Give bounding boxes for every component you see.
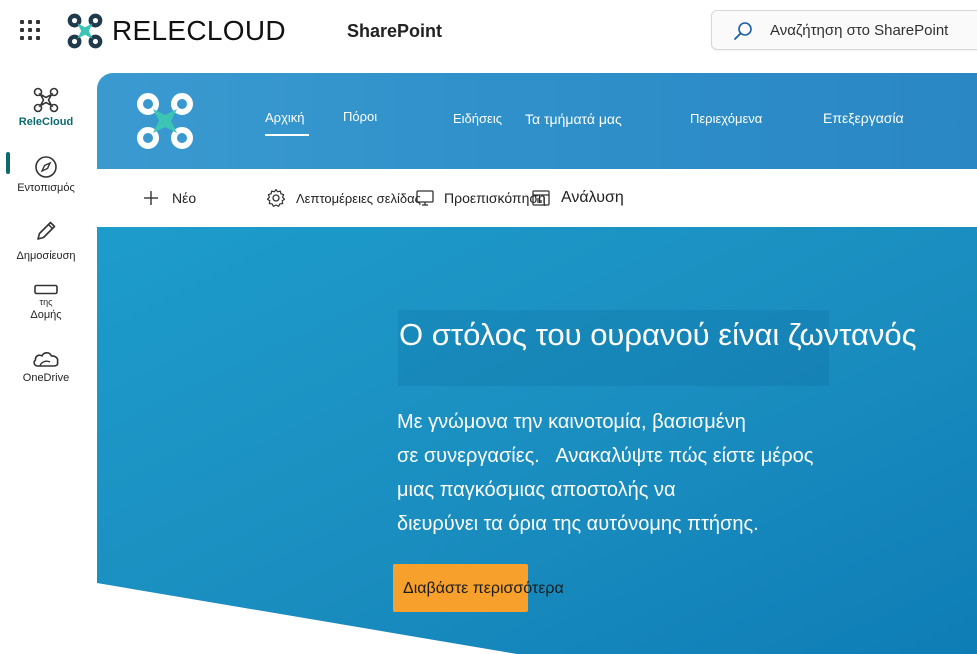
analytics-label: Ανάλυση bbox=[561, 189, 624, 206]
pencil-icon bbox=[37, 221, 56, 240]
rail-item-relecloud[interactable]: ReleCloud bbox=[6, 86, 86, 128]
read-more-label: Διαβάστε περισσότερα bbox=[403, 580, 564, 597]
relecloud-logo-icon[interactable] bbox=[66, 12, 104, 50]
nav-item-home[interactable]: Αρχική bbox=[265, 110, 305, 125]
rail-item-structure[interactable]: της Δομής bbox=[6, 284, 86, 321]
rail-label-publish: Δημοσίευση bbox=[16, 250, 76, 262]
rail-label-discover: Εντοπισμός bbox=[17, 182, 75, 194]
hero-body: Με γνώμονα την καινοτομία, βασισμένη σε … bbox=[397, 411, 814, 535]
rail-label-structure-line1: της bbox=[39, 297, 53, 307]
analytics-button[interactable]: Ανάλυση bbox=[531, 185, 624, 211]
new-button[interactable]: Νέο bbox=[142, 185, 196, 211]
site-header: Αρχική Πόροι Ειδήσεις Τα τμήματά μας Περ… bbox=[97, 73, 977, 169]
site-logo-icon[interactable] bbox=[135, 91, 195, 151]
brand-name[interactable]: RELECLOUD bbox=[112, 15, 286, 47]
hero-banner: Ο στόλος του ουρανού είναι ζωντανός Με γ… bbox=[97, 227, 977, 654]
relecloud-logo-icon bbox=[33, 87, 59, 113]
hero-title: Ο στόλος του ουρανού είναι ζωντανός bbox=[399, 317, 917, 352]
nav-item-resources[interactable]: Πόροι bbox=[343, 109, 377, 124]
search-box[interactable]: Αναζήτηση στο SharePoint bbox=[711, 10, 977, 50]
nav-item-contents[interactable]: Περιεχόμενα bbox=[690, 111, 762, 126]
compass-icon bbox=[35, 156, 57, 178]
page-details-button[interactable]: Λεπτομέρειες σελίδας bbox=[266, 185, 421, 211]
rail-label-relecloud: ReleCloud bbox=[18, 116, 74, 128]
rail-item-onedrive[interactable]: OneDrive bbox=[6, 348, 86, 384]
rail-label-onedrive: OneDrive bbox=[22, 372, 70, 384]
new-label: Νέο bbox=[172, 190, 197, 206]
command-bar: Νέο Λεπτομέρειες σελίδας Προεπισκόπηση Α… bbox=[97, 169, 977, 227]
suite-bar: RELECLOUD SharePoint Αναζήτηση στο Share… bbox=[0, 0, 977, 62]
rail-item-discover[interactable]: Εντοπισμός bbox=[6, 154, 86, 194]
analytics-icon bbox=[532, 190, 550, 206]
rail-item-publish[interactable]: Δημοσίευση bbox=[6, 218, 86, 262]
plus-icon bbox=[144, 191, 158, 205]
gear-icon bbox=[266, 188, 286, 207]
onedrive-cloud-icon bbox=[33, 352, 59, 367]
page-details-label: Λεπτομέρειες σελίδας bbox=[296, 190, 421, 206]
app-rail: ReleCloud Εντοπισμός Δημοσίευση της Δομή… bbox=[0, 62, 90, 654]
nav-active-underline bbox=[265, 134, 309, 136]
search-placeholder: Αναζήτηση στο SharePoint bbox=[770, 22, 949, 39]
nav-item-news[interactable]: Ειδήσεις bbox=[453, 111, 502, 126]
rectangle-icon bbox=[34, 284, 58, 295]
nav-item-departments[interactable]: Τα τμήματά μας bbox=[525, 111, 622, 127]
preview-button[interactable]: Προεπισκόπηση bbox=[415, 185, 546, 211]
nav-item-edit[interactable]: Επεξεργασία bbox=[823, 110, 904, 126]
search-icon bbox=[734, 22, 752, 40]
preview-monitor-icon bbox=[416, 190, 434, 206]
app-name[interactable]: SharePoint bbox=[347, 21, 442, 42]
app-launcher-icon[interactable] bbox=[20, 20, 40, 40]
read-more-button[interactable]: Διαβάστε περισσότερα bbox=[393, 564, 564, 612]
rail-label-structure-line2: Δομής bbox=[30, 309, 62, 321]
